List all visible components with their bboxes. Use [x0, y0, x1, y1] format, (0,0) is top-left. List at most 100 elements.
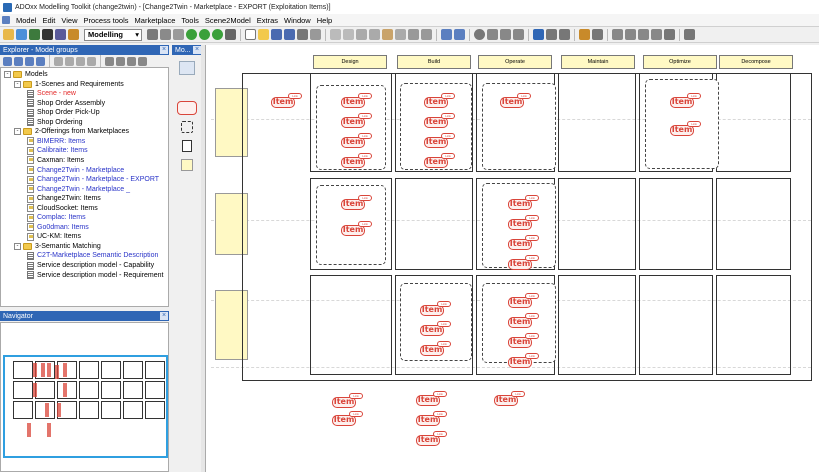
- item-link-tag[interactable]: Link: [433, 391, 447, 397]
- pointer-tool-icon[interactable]: [179, 61, 195, 75]
- open-folder-icon[interactable]: [258, 29, 269, 40]
- menu-edit[interactable]: Edit: [39, 16, 58, 25]
- exploitation-item[interactable]: Item Link: [500, 93, 532, 111]
- exploitation-item[interactable]: Item Link: [508, 293, 540, 311]
- close-icon[interactable]: ×: [160, 312, 168, 320]
- model-tree[interactable]: - Models -1-Scenes and Requirements Scene -…: [0, 67, 169, 307]
- collapse-icon[interactable]: [116, 56, 125, 66]
- tree-folder[interactable]: - 1-Scenes and Requirements: [14, 80, 124, 89]
- import-icon[interactable]: [29, 29, 40, 40]
- item-link-tag[interactable]: Link: [441, 133, 455, 139]
- tree-folder[interactable]: - 3-Semantic Matching: [14, 242, 101, 251]
- exploitation-item[interactable]: Item Link: [670, 93, 702, 111]
- item-link-tag[interactable]: Link: [358, 195, 372, 201]
- new-file-icon[interactable]: [245, 29, 256, 40]
- exploitation-item[interactable]: Item Link: [420, 301, 452, 319]
- collapse-toggle-icon[interactable]: -: [14, 80, 21, 88]
- item-link-tag[interactable]: Link: [525, 293, 539, 299]
- tree-model-item[interactable]: BIMERR: Items: [24, 137, 85, 146]
- connect-icon[interactable]: [546, 29, 557, 40]
- table-icon[interactable]: [173, 29, 184, 40]
- refresh-icon[interactable]: [186, 29, 197, 40]
- arrange-icon[interactable]: [638, 29, 649, 40]
- exploitation-item[interactable]: Item Link: [332, 411, 364, 429]
- connector-tool-icon[interactable]: [179, 80, 195, 94]
- exploitation-item[interactable]: Item Link: [341, 133, 373, 151]
- menu-help[interactable]: Help: [314, 16, 335, 25]
- close-icon[interactable]: ×: [160, 46, 168, 54]
- tree-model-item[interactable]: Caxman: Items: [24, 156, 84, 165]
- tree-model-item[interactable]: Go0dman: Items: [24, 223, 89, 232]
- exploitation-item[interactable]: Item Link: [508, 195, 540, 213]
- library-icon[interactable]: [68, 29, 79, 40]
- redo-icon[interactable]: [343, 29, 354, 40]
- align-icon[interactable]: [612, 29, 623, 40]
- column-design[interactable]: Design: [313, 55, 387, 69]
- collapse-toggle-icon[interactable]: -: [14, 128, 21, 136]
- item-link-tag[interactable]: Link: [433, 411, 447, 417]
- exploitation-item[interactable]: Item Link: [420, 321, 452, 339]
- menu-process-tools[interactable]: Process tools: [81, 16, 132, 25]
- exploitation-item[interactable]: Item Link: [494, 391, 526, 409]
- exploitation-item[interactable]: Item Link: [508, 215, 540, 233]
- open-icon[interactable]: [16, 29, 27, 40]
- exploitation-item[interactable]: Item Link: [341, 221, 373, 239]
- delete-icon[interactable]: [395, 29, 406, 40]
- copy-icon[interactable]: [369, 29, 380, 40]
- item-link-tag[interactable]: Link: [441, 93, 455, 99]
- tree-model-item[interactable]: Scene - new: [24, 89, 76, 98]
- tools-icon[interactable]: [664, 29, 675, 40]
- cell-tool-icon[interactable]: [182, 140, 192, 152]
- column-maintain[interactable]: Maintain: [561, 55, 635, 69]
- tree-model-item[interactable]: Shop Order Pick-Up: [24, 108, 100, 117]
- save-all-icon[interactable]: [284, 29, 295, 40]
- exploitation-item[interactable]: Item Link: [424, 113, 456, 131]
- item-link-tag[interactable]: Link: [288, 93, 302, 99]
- snap-icon[interactable]: [651, 29, 662, 40]
- menu-extras[interactable]: Extras: [254, 16, 281, 25]
- exploitation-item[interactable]: Item Link: [341, 153, 373, 171]
- exploitation-item[interactable]: Item Link: [420, 341, 452, 359]
- list-view-icon[interactable]: [14, 56, 23, 66]
- column-build[interactable]: Build: [397, 55, 471, 69]
- exploitation-item[interactable]: Item Link: [424, 93, 456, 111]
- grid-icon[interactable]: [160, 29, 171, 40]
- model-canvas[interactable]: Design Build Operate Maintain Optimize D…: [205, 45, 819, 472]
- search-icon[interactable]: [138, 56, 147, 66]
- menu-tools[interactable]: Tools: [178, 16, 202, 25]
- zoom-out-icon[interactable]: [513, 29, 524, 40]
- tree-model-item[interactable]: Shop Ordering: [24, 118, 83, 127]
- export-image-icon[interactable]: [684, 29, 695, 40]
- item-tool-icon[interactable]: [177, 101, 197, 115]
- column-operate[interactable]: Operate: [478, 55, 552, 69]
- window-icon[interactable]: [441, 29, 452, 40]
- item-link-tag[interactable]: Link: [437, 301, 451, 307]
- collapse-toggle-icon[interactable]: -: [4, 71, 11, 78]
- exploitation-item[interactable]: Item Link: [508, 353, 540, 371]
- menu-model[interactable]: Model: [13, 16, 39, 25]
- item-link-tag[interactable]: Link: [525, 313, 539, 319]
- item-link-tag[interactable]: Link: [687, 93, 701, 99]
- tree-model-item[interactable]: Service description model - Capability: [24, 261, 154, 270]
- upload-icon[interactable]: [212, 29, 223, 40]
- exploitation-item[interactable]: Item Link: [416, 391, 448, 409]
- settings-icon[interactable]: [65, 56, 74, 66]
- save-icon[interactable]: [271, 29, 282, 40]
- select-all-icon[interactable]: [408, 29, 419, 40]
- tree-model-item[interactable]: UC-KM: Items: [24, 232, 81, 241]
- item-link-tag[interactable]: Link: [441, 153, 455, 159]
- exploitation-item[interactable]: Item Link: [670, 121, 702, 139]
- tree-model-item[interactable]: CloudSocket: Items: [24, 204, 98, 213]
- tree-model-item[interactable]: Change2Twin - Marketplace: [24, 166, 124, 175]
- exploitation-item[interactable]: Item Link: [416, 431, 448, 449]
- exploitation-item[interactable]: Item Link: [416, 411, 448, 429]
- tree-model-item[interactable]: Change2Twin - Marketplace _: [24, 185, 130, 194]
- new-model-icon[interactable]: [3, 29, 14, 40]
- item-link-tag[interactable]: Link: [349, 411, 363, 417]
- item-link-tag[interactable]: Link: [437, 341, 451, 347]
- exploitation-item[interactable]: Item Link: [508, 333, 540, 351]
- exploitation-item[interactable]: Item Link: [424, 133, 456, 151]
- column-decompose[interactable]: Decompose: [719, 55, 793, 69]
- link-icon[interactable]: [76, 56, 85, 66]
- item-link-tag[interactable]: Link: [358, 221, 372, 227]
